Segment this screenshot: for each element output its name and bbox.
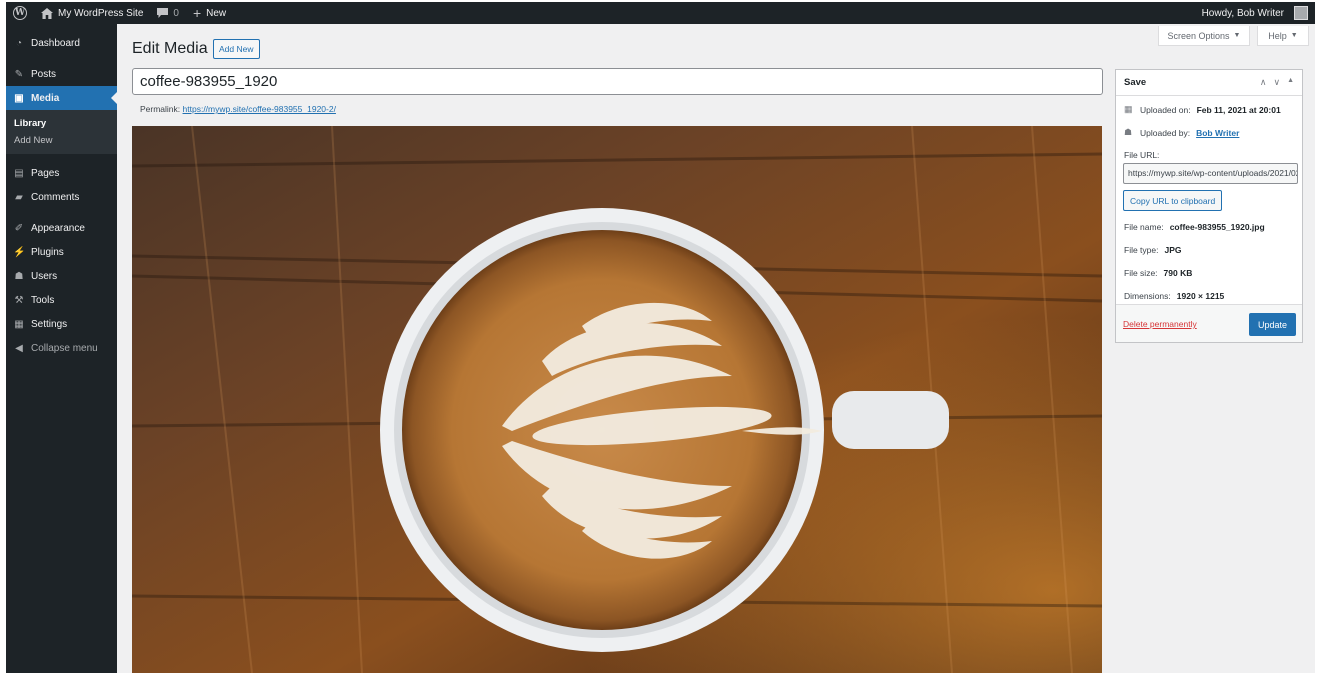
save-metabox-header: Save ∧ ∨ ▲ <box>1116 70 1302 96</box>
new-content-link[interactable]: + New <box>186 2 233 24</box>
dimensions-label: Dimensions: <box>1124 291 1171 301</box>
sidebar-item-label: Media <box>31 92 60 104</box>
update-button[interactable]: Update <box>1249 313 1296 336</box>
sidebar-item-settings[interactable]: ▦ Settings <box>6 312 117 336</box>
my-account-link[interactable]: Howdy, Bob Writer <box>1195 2 1315 24</box>
home-icon <box>41 7 53 19</box>
file-type-value: JPG <box>1164 245 1182 255</box>
delete-permanently-link[interactable]: Delete permanently <box>1123 319 1197 329</box>
dimensions-value: 1920 × 1215 <box>1176 291 1225 301</box>
move-up-icon[interactable]: ∧ <box>1260 77 1267 88</box>
wordpress-logo-button[interactable]: W <box>6 2 34 24</box>
uploaded-by-link[interactable]: Bob Writer <box>1196 128 1239 138</box>
page-title: Edit Media <box>132 40 208 57</box>
avatar <box>1294 6 1308 20</box>
permalink-link[interactable]: https://mywp.site/coffee-983955_1920-2/ <box>183 104 336 114</box>
collapse-menu-button[interactable]: ◀ Collapse menu <box>6 336 117 360</box>
sidebar-item-dashboard[interactable]: ◔ Dashboard <box>6 31 117 55</box>
comments-count: 0 <box>173 7 179 19</box>
sidebar-item-label: Settings <box>31 318 68 330</box>
file-size-label: File size: <box>1124 268 1158 278</box>
uploaded-by-label: Uploaded by: <box>1140 127 1191 138</box>
media-submenu: Library Add New <box>6 110 117 154</box>
sidebar-item-label: Tools <box>31 294 55 306</box>
sidebar-item-label: Pages <box>31 167 60 179</box>
file-name-row: File name: coffee-983955_1920.jpg <box>1116 222 1273 232</box>
sidebar-item-posts[interactable]: ✎ Posts <box>6 62 117 86</box>
media-image-preview <box>132 126 1102 673</box>
media-icon: ▣ <box>14 92 24 104</box>
move-down-icon[interactable]: ∨ <box>1273 77 1280 88</box>
admin-bar: W My WordPress Site 0 + New Howdy, Bob W… <box>6 2 1315 24</box>
wrench-icon: ⚒ <box>14 294 24 306</box>
new-label: New <box>206 7 227 19</box>
comments-link[interactable]: 0 <box>150 2 186 24</box>
file-size-value: 790 KB <box>1163 268 1193 278</box>
sidebar-item-media[interactable]: ▣ Media <box>6 86 117 110</box>
sidebar-item-label: Users <box>31 270 58 282</box>
collapse-toggle-icon[interactable]: ▲ <box>1287 77 1294 88</box>
user-icon: ☗ <box>14 270 24 282</box>
uploaded-by-row: ☗ Uploaded by: Bob Writer <box>1116 127 1247 138</box>
page-icon: ▤ <box>14 167 24 179</box>
comment-icon: ▰ <box>15 191 23 203</box>
permalink-label: Permalink: <box>140 104 181 114</box>
user-icon: ☗ <box>1124 127 1133 137</box>
add-new-button[interactable]: Add New <box>213 39 260 59</box>
sidebar-item-tools[interactable]: ⚒ Tools <box>6 288 117 312</box>
sidebar-item-plugins[interactable]: ⚡ Plugins <box>6 240 117 264</box>
file-name-label: File name: <box>1124 222 1164 232</box>
sidebar-item-appearance[interactable]: ✐ Appearance <box>6 216 117 240</box>
comment-icon <box>157 8 169 18</box>
pin-icon: ✎ <box>14 68 24 80</box>
sidebar-item-label: Dashboard <box>31 37 80 49</box>
help-button[interactable]: Help ▼ <box>1257 26 1309 46</box>
sidebar-item-label: Posts <box>31 68 57 80</box>
file-size-row: File size: 790 KB <box>1116 268 1200 278</box>
calendar-icon: ▦ <box>1124 104 1133 114</box>
file-type-label: File type: <box>1124 245 1159 255</box>
file-name-value: coffee-983955_1920.jpg <box>1169 222 1265 232</box>
sidebar-item-comments[interactable]: ▰ Comments <box>6 185 117 209</box>
sidebar-item-label: Plugins <box>31 246 64 258</box>
wordpress-logo-icon: W <box>13 6 27 20</box>
sidebar-item-label: Collapse menu <box>31 342 98 354</box>
brush-icon: ✐ <box>14 222 24 234</box>
uploaded-on-row: ▦ Uploaded on: Feb 11, 2021 at 20:01 <box>1116 104 1289 115</box>
plus-icon: + <box>192 5 202 21</box>
dimensions-row: Dimensions: 1920 × 1215 <box>1116 291 1232 301</box>
save-metabox: Save ∧ ∨ ▲ ▦ Uploaded on: Feb 11, 2021 a… <box>1115 69 1303 343</box>
save-metabox-title: Save <box>1124 77 1147 88</box>
sidebar-item-pages[interactable]: ▤ Pages <box>6 161 117 185</box>
sidebar-item-label: Appearance <box>31 222 85 234</box>
file-url-field[interactable]: https://mywp.site/wp-content/uploads/202… <box>1123 163 1298 184</box>
settings-icon: ▦ <box>14 318 24 330</box>
coffee-cup-image <box>132 126 1102 673</box>
save-metabox-footer: Delete permanently Update <box>1116 304 1302 342</box>
screen-options-label: Screen Options <box>1167 30 1230 41</box>
site-name: My WordPress Site <box>58 7 144 19</box>
site-name-link[interactable]: My WordPress Site <box>34 2 150 24</box>
sidebar-item-label: Comments <box>31 191 80 203</box>
copy-url-button[interactable]: Copy URL to clipboard <box>1123 190 1223 211</box>
uploaded-on-value: Feb 11, 2021 at 20:01 <box>1196 104 1281 115</box>
media-title-input[interactable] <box>132 68 1103 95</box>
greeting: Howdy, Bob Writer <box>1201 7 1284 19</box>
collapse-icon: ◀ <box>15 342 23 354</box>
admin-sidebar: ◔ Dashboard ✎ Posts ▣ Media Library Add … <box>6 24 117 673</box>
permalink: Permalink: https://mywp.site/coffee-9839… <box>140 104 336 114</box>
screen-options-button[interactable]: Screen Options ▼ <box>1158 26 1250 46</box>
caret-down-icon: ▼ <box>1290 32 1298 39</box>
main-content: Edit Media Add New Screen Options ▼ Help… <box>117 24 1315 673</box>
submenu-item-library[interactable]: Library <box>6 115 117 132</box>
file-type-row: File type: JPG <box>1116 245 1190 255</box>
caret-down-icon: ▼ <box>1233 32 1241 39</box>
file-url-label: File URL: <box>1124 150 1160 160</box>
plug-icon: ⚡ <box>13 246 26 258</box>
submenu-item-add-new[interactable]: Add New <box>6 132 117 149</box>
dashboard-icon: ◔ <box>15 37 23 49</box>
uploaded-on-label: Uploaded on: <box>1140 104 1191 115</box>
help-label: Help <box>1268 30 1287 41</box>
sidebar-item-users[interactable]: ☗ Users <box>6 264 117 288</box>
